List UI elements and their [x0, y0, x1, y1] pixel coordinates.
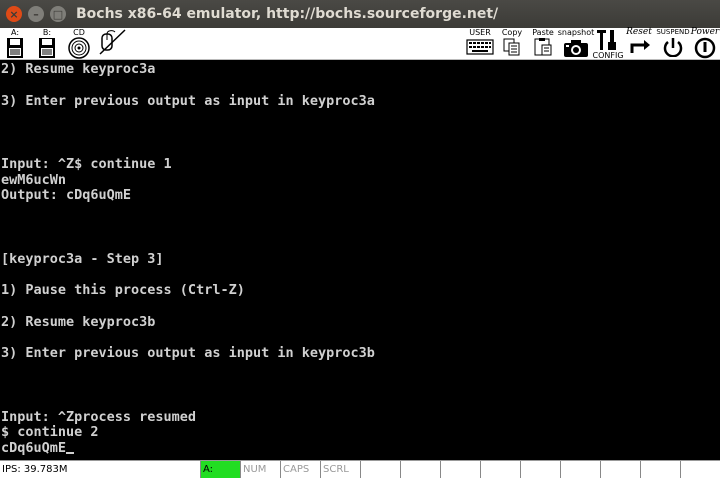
terminal-line: cDq6uQmE	[1, 440, 75, 456]
status-cell-empty	[680, 461, 720, 478]
copy-label: Copy	[501, 28, 523, 37]
copy-button[interactable]: Copy	[500, 28, 524, 60]
config-icon	[597, 30, 616, 50]
terminal-line: Input: ^Z$ continue 1	[1, 155, 172, 172]
floppy-a-led: A:	[200, 461, 240, 478]
cdrom-button[interactable]: CD	[66, 28, 92, 60]
status-cell-empty	[600, 461, 640, 478]
window-title: Bochs x86-64 emulator, http://bochs.sour…	[76, 6, 499, 22]
terminal-line: 3) Enter previous output as input in key…	[1, 345, 375, 362]
snapshot-label: snapshot	[557, 28, 595, 37]
floppy-b-label: B:	[42, 28, 52, 37]
terminal-line: Output: cDq6uQmE	[1, 187, 132, 204]
cdrom-icon	[68, 37, 90, 59]
status-bar: IPS: 39.783M A: NUM CAPS SCRL	[0, 460, 720, 478]
status-cell-empty	[480, 461, 520, 478]
emulator-screen[interactable]: 2) Resume keyproc3a 3) Enter previous out…	[0, 60, 720, 460]
mouse-icon	[99, 29, 126, 55]
status-cell-empty	[360, 461, 400, 478]
floppy-a-button[interactable]: A:	[4, 28, 26, 60]
terminal-line: [keyproc3a - Step 3]	[1, 250, 164, 267]
suspend-label: SUSPEND	[656, 28, 690, 36]
close-button[interactable]: ×	[6, 6, 22, 22]
status-cell-empty	[400, 461, 440, 478]
ips-readout: IPS: 39.783M	[2, 464, 68, 475]
window-controls: × – □	[0, 6, 66, 22]
terminal-line: ewM6ucWn	[1, 171, 67, 188]
user-label: USER	[469, 28, 491, 37]
terminal-line: 3) Enter previous output as input in key…	[1, 92, 375, 109]
scroll-lock-led: SCRL	[320, 461, 360, 478]
status-cell-empty	[640, 461, 680, 478]
suspend-icon	[663, 38, 683, 57]
suspend-button[interactable]: SUSPEND	[656, 28, 690, 60]
reset-button[interactable]: Reset	[622, 28, 656, 60]
power-label: Power	[690, 27, 720, 37]
caps-lock-led: CAPS	[280, 461, 320, 478]
minimize-button[interactable]: –	[28, 6, 44, 22]
status-cell-empty	[520, 461, 560, 478]
power-button[interactable]: Power	[690, 28, 720, 60]
cdrom-label: CD	[73, 28, 85, 37]
paste-label: Paste	[532, 28, 554, 37]
terminal-line: 1) Pause this process (Ctrl-Z)	[1, 282, 245, 299]
maximize-button[interactable]: □	[50, 6, 66, 22]
terminal-line: Input: ^Zprocess resumed	[1, 408, 197, 425]
toolbar: A: B: CD USER Copy Paste snapshot CONFIG…	[0, 28, 720, 60]
mouse-button[interactable]	[96, 28, 128, 60]
terminal-line: 2) Resume keyproc3b	[1, 313, 156, 330]
floppy-icon	[7, 38, 23, 58]
reset-arrow-icon	[630, 40, 650, 53]
reset-label: Reset	[626, 27, 652, 37]
keyboard-icon	[466, 39, 494, 55]
terminal-line: $ continue 2	[1, 424, 99, 441]
paste-icon	[534, 38, 552, 56]
status-cell-empty	[440, 461, 480, 478]
floppy-icon	[39, 38, 55, 58]
user-button[interactable]: USER	[464, 28, 496, 60]
text-cursor	[66, 452, 75, 455]
terminal-line: 2) Resume keyproc3a	[1, 61, 156, 77]
config-label: CONFIG	[592, 51, 624, 60]
snapshot-button[interactable]: snapshot	[558, 28, 594, 60]
title-bar[interactable]: × – □ Bochs x86-64 emulator, http://boch…	[0, 0, 720, 28]
floppy-a-label: A:	[10, 28, 20, 37]
paste-button[interactable]: Paste	[530, 28, 556, 60]
camera-icon	[564, 40, 588, 57]
num-lock-led: NUM	[240, 461, 280, 478]
config-button[interactable]: CONFIG	[592, 28, 624, 60]
power-icon	[694, 37, 716, 59]
floppy-b-button[interactable]: B:	[36, 28, 58, 60]
copy-icon	[503, 38, 520, 56]
status-cell-empty	[560, 461, 600, 478]
